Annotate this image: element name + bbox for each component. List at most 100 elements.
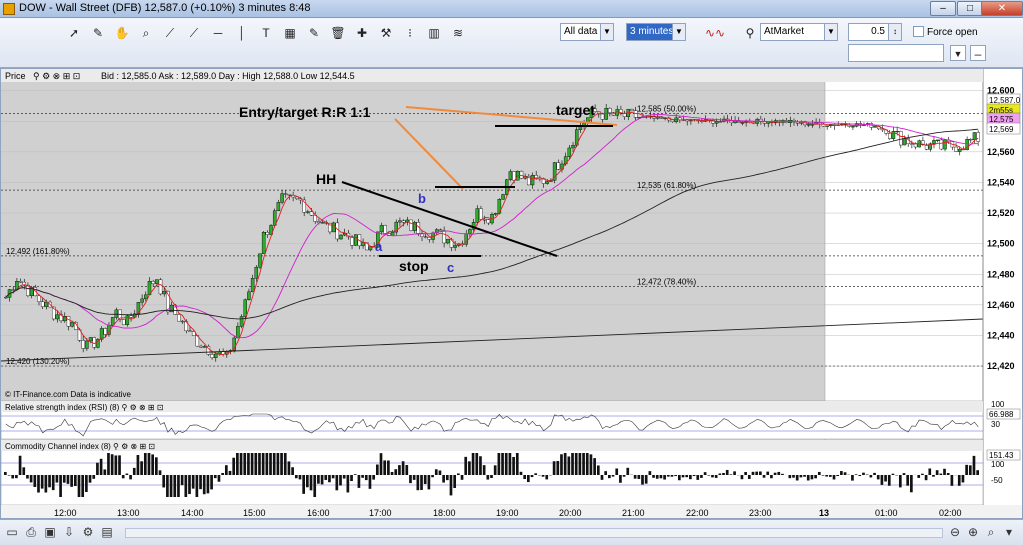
cci-bar bbox=[840, 471, 843, 475]
cci-bar bbox=[151, 454, 155, 475]
pencil-icon[interactable]: ✎ bbox=[306, 25, 322, 41]
trash-icon[interactable]: 🗑 bbox=[330, 25, 346, 41]
candle-body bbox=[66, 316, 71, 327]
zoom-icon[interactable]: ⌕ bbox=[138, 25, 154, 41]
candle-body bbox=[409, 219, 413, 231]
price-chart[interactable]: 12,585 (50.00%) 12,535 (61.80%) 12,492 (16… bbox=[1, 69, 1022, 518]
cci-bar bbox=[442, 475, 445, 483]
maximize-button[interactable]: □ bbox=[957, 1, 983, 16]
zoom-in-icon[interactable]: ⊕ bbox=[966, 525, 980, 539]
cci-bar bbox=[372, 475, 375, 480]
close-button[interactable]: ✕ bbox=[981, 1, 1023, 16]
cci-bar bbox=[328, 475, 331, 483]
cci-bar bbox=[596, 465, 600, 475]
minus-icon[interactable]: – bbox=[970, 45, 986, 61]
cci-bar bbox=[129, 475, 132, 480]
cci-bar bbox=[434, 469, 438, 475]
time-tick-label: 14:00 bbox=[181, 508, 204, 518]
cci-bar bbox=[810, 475, 814, 480]
cci-bar bbox=[37, 475, 40, 493]
wave-a-label: a bbox=[375, 239, 383, 254]
cci-bar bbox=[479, 456, 482, 475]
indicator-icon[interactable]: ⚒ bbox=[378, 25, 394, 41]
color-bar-icon[interactable]: ▥ bbox=[426, 25, 442, 41]
cci-bar bbox=[136, 454, 140, 475]
cci-bar bbox=[843, 472, 847, 475]
cci-bar bbox=[902, 473, 906, 475]
cci-bar bbox=[836, 475, 840, 477]
cci-bar bbox=[180, 475, 184, 486]
export-icon[interactable]: ⇩ bbox=[62, 525, 76, 539]
cci-bar bbox=[689, 475, 692, 480]
cci-bar bbox=[250, 453, 254, 475]
horizontal-scrollbar[interactable] bbox=[125, 528, 943, 538]
interval-select[interactable]: 3 minutes ▼ bbox=[626, 23, 686, 41]
cci-bar bbox=[851, 475, 854, 481]
save-icon[interactable]: ▣ bbox=[43, 525, 57, 539]
deal-ticket-icon[interactable]: ⚲ bbox=[742, 25, 758, 41]
candle-body bbox=[361, 242, 365, 247]
cci-bar bbox=[585, 453, 589, 475]
fibonacci-icon[interactable]: ▦ bbox=[282, 25, 298, 41]
cci-bar bbox=[40, 475, 44, 489]
zoom-out-icon[interactable]: ⊖ bbox=[948, 525, 962, 539]
hand-icon[interactable]: ✋ bbox=[114, 25, 130, 41]
candle-body bbox=[103, 328, 108, 335]
search-icon[interactable]: ⌕ bbox=[984, 525, 998, 539]
minimize-button[interactable]: – bbox=[930, 1, 956, 16]
cci-bar bbox=[232, 457, 236, 475]
interval-value: 3 minutes bbox=[630, 26, 674, 37]
chart-patterns-icon[interactable]: ∿∿ bbox=[698, 25, 732, 41]
cci-bar bbox=[66, 475, 70, 484]
cci-bar bbox=[416, 475, 420, 491]
horizontal-line-icon[interactable]: ─ bbox=[210, 25, 226, 41]
settings-icon[interactable]: ⚙ bbox=[81, 525, 95, 539]
price-label: Price bbox=[5, 71, 26, 81]
order-type-value: AtMarket bbox=[764, 26, 805, 37]
cci-bar bbox=[744, 472, 747, 475]
data-range-select[interactable]: All data ▼ bbox=[560, 23, 614, 41]
cci-bar bbox=[420, 475, 423, 490]
cci-bar bbox=[99, 458, 103, 475]
cci-bar bbox=[795, 475, 799, 481]
layout-icon[interactable]: ▭ bbox=[5, 525, 19, 539]
ray-icon[interactable]: ⟋ bbox=[186, 25, 202, 41]
entry-target-annotation: Entry/target R:R 1:1 bbox=[239, 104, 371, 120]
candle-body bbox=[740, 122, 745, 124]
candle-body bbox=[236, 326, 240, 339]
ruler-icon[interactable]: ✎ bbox=[90, 25, 106, 41]
chart-area[interactable]: 12,585 (50.00%) 12,535 (61.80%) 12,492 (16… bbox=[0, 68, 1023, 519]
order-type-select[interactable]: AtMarket ▼ bbox=[760, 23, 838, 41]
chart-type-icon[interactable]: ▤ bbox=[100, 525, 114, 539]
price-tick-label: 12,420 bbox=[987, 361, 1015, 371]
text-icon[interactable]: T bbox=[258, 25, 274, 41]
crosshair-icon[interactable]: ✚ bbox=[354, 25, 370, 41]
cci-bar bbox=[324, 475, 328, 480]
cursor-icon[interactable]: ➚ bbox=[66, 25, 82, 41]
chart-style-icon[interactable]: ≋ bbox=[450, 25, 466, 41]
vertical-line-icon[interactable]: │ bbox=[234, 25, 250, 41]
size-input[interactable]: 0.5 ↕ bbox=[848, 23, 902, 41]
tool-icons[interactable]: ⚲ ⚙ ⊗ ⊞ ⊡ bbox=[33, 71, 80, 81]
cci-bar bbox=[869, 475, 873, 478]
period-separator-icon[interactable]: ⁝ bbox=[402, 25, 418, 41]
candle-body bbox=[910, 143, 914, 145]
cci-bar bbox=[873, 472, 876, 475]
cci-bar bbox=[957, 475, 961, 486]
cci-bar bbox=[817, 471, 821, 475]
candle-body bbox=[630, 109, 634, 111]
cci-bar bbox=[4, 471, 7, 475]
cci-bar bbox=[803, 475, 806, 477]
print-icon[interactable]: ⎙ bbox=[24, 525, 38, 539]
cci-bar bbox=[468, 461, 471, 475]
chevron-down-icon[interactable]: ▾ bbox=[1002, 525, 1016, 539]
candle-body bbox=[202, 346, 207, 348]
cci-bar bbox=[608, 475, 611, 479]
account-select[interactable] bbox=[848, 44, 944, 62]
line-icon[interactable]: ⟋ bbox=[162, 25, 178, 41]
cci-bar bbox=[313, 475, 317, 497]
candle-body bbox=[239, 316, 244, 327]
force-open-checkbox[interactable]: Force open bbox=[913, 26, 978, 38]
chevron-down-icon[interactable]: ▼ bbox=[950, 45, 966, 61]
cci-bar bbox=[269, 453, 272, 475]
